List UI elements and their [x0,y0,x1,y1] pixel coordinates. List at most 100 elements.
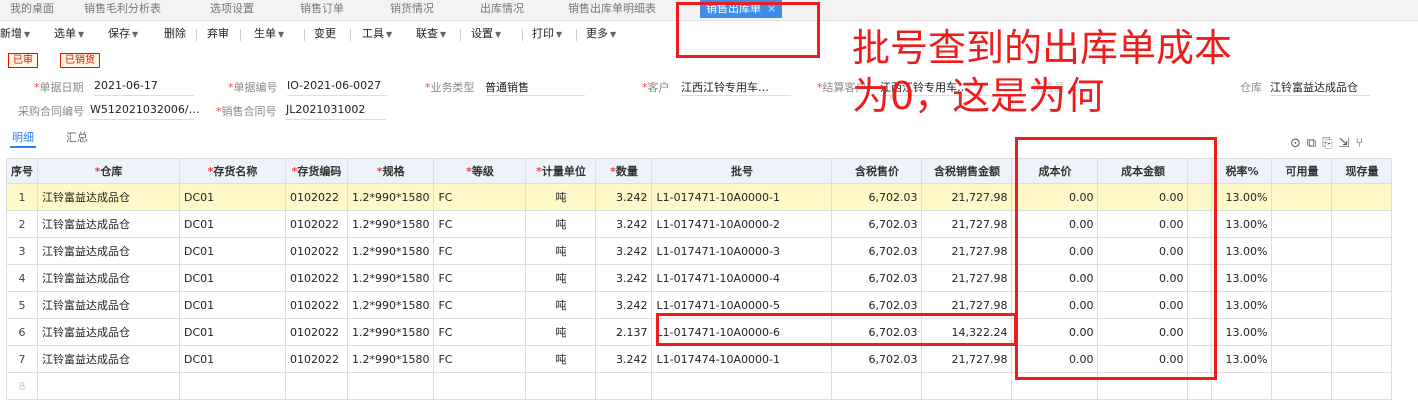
empty-cell[interactable] [37,372,180,400]
col-seq-cell[interactable]: 4 [6,264,38,292]
copy-icon[interactable]: ⧉ [1307,136,1322,151]
toolbar-print[interactable]: 打印 ▼ [532,26,562,43]
col-item-name-cell[interactable]: DC01 [179,291,286,319]
col-item-code-cell[interactable]: 0102022 [285,183,348,211]
col-onhand-header[interactable]: 现存量 [1331,158,1393,184]
empty-cell[interactable] [921,372,1013,400]
col-warehouse-cell[interactable]: 江铃富益达成品仓 [37,345,180,373]
col-grade-cell[interactable]: FC [433,291,527,319]
col-warehouse-header[interactable]: *仓库 [37,158,180,184]
col-item-name-cell[interactable]: DC01 [179,318,286,346]
customer-field[interactable]: 江西江铃专用车… [681,79,791,96]
tab-sales-status[interactable]: 销货情况 [390,0,434,20]
tab-sales-margin[interactable]: 销售毛利分析表 [84,0,161,20]
toolbar-select[interactable]: 选单 ▼ [54,26,84,43]
col-grade-header[interactable]: *等级 [433,158,527,184]
toolbar-tools[interactable]: 工具 ▼ [362,26,392,43]
col-item-code-cell[interactable]: 0102022 [285,345,348,373]
toolbar-settings[interactable]: 设置 ▼ [471,26,501,43]
col-unit-cell[interactable]: 吨 [525,237,597,265]
tab-options[interactable]: 选项设置 [210,0,254,20]
col-tax-rate-cell[interactable]: 13.00% [1211,345,1273,373]
col-batch-cell[interactable]: L1-017471-10A0000-4 [651,264,833,292]
col-qty-cell[interactable]: 2.137 [595,318,653,346]
col-tax-rate-cell[interactable]: 13.00% [1211,318,1273,346]
empty-cell[interactable] [651,372,833,400]
col-tax-amount-cell[interactable]: 21,727.98 [921,237,1013,265]
toolbar-unaudit[interactable]: 弃审 [207,26,229,42]
empty-cell[interactable] [831,372,923,400]
col-tax-amount-cell[interactable]: 21,727.98 [921,183,1013,211]
col-unit-cell[interactable]: 吨 [525,318,597,346]
toolbar-save[interactable]: 保存 ▼ [108,26,138,43]
toolbar-generate[interactable]: 生单 ▼ [254,26,284,43]
col-item-code-cell[interactable]: 0102022 [285,264,348,292]
col-unit-cell[interactable]: 吨 [525,210,597,238]
col-onhand-cell[interactable] [1331,318,1393,346]
col-onhand-cell[interactable] [1331,264,1393,292]
date-field[interactable]: 2021-06-17 [94,79,194,96]
col-available-header[interactable]: 可用量 [1271,158,1333,184]
col-tax-amount-header[interactable]: 含税销售金额 [921,158,1013,184]
col-tax-amount-cell[interactable]: 21,727.98 [921,345,1013,373]
col-available-cell[interactable] [1271,291,1333,319]
col-spec-cell[interactable]: 1.2*990*1580 [346,345,435,373]
empty-cell[interactable] [433,372,527,400]
col-available-cell[interactable] [1271,210,1333,238]
purchase-contract-field[interactable]: W512021032006/… [90,103,200,120]
col-tax-price-cell[interactable]: 6,702.03 [831,264,923,292]
col-tax-price-cell[interactable]: 6,702.03 [831,345,923,373]
tab-sales-order[interactable]: 销售订单 [300,0,344,20]
col-item-name-cell[interactable]: DC01 [179,237,286,265]
col-unit-cell[interactable]: 吨 [525,345,597,373]
col-available-cell[interactable] [1271,318,1333,346]
col-unit-cell[interactable]: 吨 [525,264,597,292]
col-grade-cell[interactable]: FC [433,237,527,265]
col-qty-header[interactable]: *数量 [595,158,653,184]
export-icon[interactable]: ⇲ [1339,136,1356,151]
empty-cell[interactable] [1271,372,1333,400]
col-qty-cell[interactable]: 3.242 [595,210,653,238]
col-seq-cell[interactable]: 7 [6,345,38,373]
toolbar-add[interactable]: 新增 ▼ [0,26,30,43]
col-warehouse-cell[interactable]: 江铃富益达成品仓 [37,237,180,265]
toolbar-more[interactable]: 更多 ▼ [586,26,616,43]
col-item-code-cell[interactable]: 0102022 [285,291,348,319]
paste-icon[interactable]: ⎘ [1322,136,1338,151]
toolbar-delete[interactable]: 删除 [164,26,186,42]
col-item-name-cell[interactable]: DC01 [179,345,286,373]
col-available-cell[interactable] [1271,345,1333,373]
col-qty-cell[interactable]: 3.242 [595,345,653,373]
tab-detail[interactable]: 明细 [12,129,34,145]
col-qty-cell[interactable]: 3.242 [595,237,653,265]
col-tax-price-cell[interactable]: 6,702.03 [831,237,923,265]
col-onhand-cell[interactable] [1331,291,1393,319]
col-grade-cell[interactable]: FC [433,318,527,346]
col-spec-cell[interactable]: 1.2*990*1580 [346,237,435,265]
col-batch-cell[interactable]: L1-017471-10A0000-3 [651,237,833,265]
col-grade-cell[interactable]: FC [433,264,527,292]
col-item-code-cell[interactable]: 0102022 [285,318,348,346]
sales-contract-field[interactable]: JL2021031002 [286,103,386,120]
col-tax-price-header[interactable]: 含税售价 [831,158,923,184]
col-seq-cell[interactable]: 6 [6,318,38,346]
tab-desktop[interactable]: 我的桌面 [10,0,54,20]
col-unit-cell[interactable]: 吨 [525,183,597,211]
code-field[interactable]: IO-2021-06-0027 [287,79,387,96]
empty-cell[interactable] [1211,372,1273,400]
col-spec-cell[interactable]: 1.2*990*1580 [346,210,435,238]
empty-cell[interactable] [179,372,286,400]
col-seq-header[interactable]: 序号 [6,158,38,184]
col-tax-rate-cell[interactable]: 13.00% [1211,183,1273,211]
col-tax-rate-cell[interactable]: 13.00% [1211,210,1273,238]
col-warehouse-cell[interactable]: 江铃富益达成品仓 [37,264,180,292]
empty-cell[interactable] [595,372,653,400]
col-grade-cell[interactable]: FC [433,183,527,211]
empty-cell[interactable] [285,372,348,400]
toolbar-change[interactable]: 变更 [314,26,336,42]
col-item-name-cell[interactable]: DC01 [179,264,286,292]
col-grade-cell[interactable]: FC [433,210,527,238]
col-warehouse-cell[interactable]: 江铃富益达成品仓 [37,183,180,211]
col-seq-cell[interactable]: 1 [6,183,38,211]
col-available-cell[interactable] [1271,264,1333,292]
